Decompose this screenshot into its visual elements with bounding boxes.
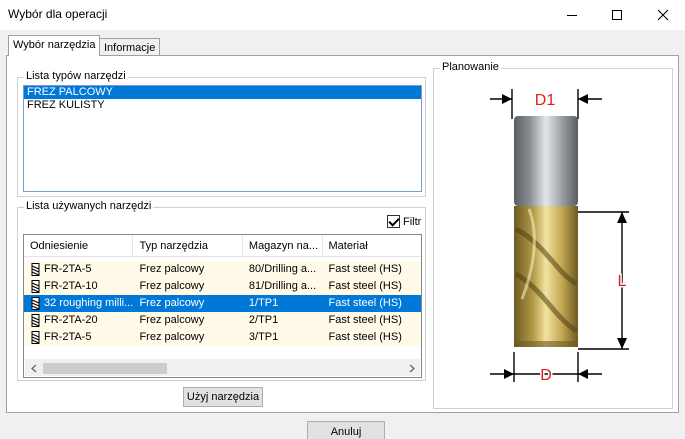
cell-material: Fast steel (HS) [328,280,402,292]
chevron-right-icon [409,364,415,373]
tab-tool-selection[interactable]: Wybór narzędzia [8,35,101,56]
flute-tip [514,341,578,347]
column-header-tool-type[interactable]: Typ narzędzia [133,235,243,257]
tool-types-group: Lista typów narzędzi FREZ PALCOWY FREZ K… [17,70,426,197]
dim-label-d: D [540,367,552,384]
cell-magazine: 1/TP1 [248,297,279,309]
cell-material: Fast steel (HS) [328,297,402,309]
cell-magazine: 3/TP1 [248,331,279,343]
end-mill-icon [31,280,40,293]
end-mill-drawing: D1 L D [490,89,629,386]
cell-reference: FR-2TA-10 [24,278,133,295]
end-mill-icon [31,314,40,327]
cell-magazine: 81/Drilling a... [248,280,317,292]
cell-tool-type: Frez palcowy [139,280,205,292]
table-row[interactable]: FR-2TA-5 Frez palcowy 80/Drilling a... F… [24,261,421,278]
end-mill-icon [31,263,40,276]
d1-arrowhead-right [578,94,588,104]
reference-text: FR-2TA-10 [44,280,98,292]
chevron-left-icon [30,364,36,373]
cell-reference: FR-2TA-20 [24,312,133,329]
d1-arrowhead-left [502,94,512,104]
table-row[interactable]: FR-2TA-10 Frez palcowy 81/Drilling a... … [24,278,421,295]
d-arrowhead-left [504,369,514,379]
table-row[interactable]: FR-2TA-20 Frez palcowy 2/TP1 Fast steel … [24,312,421,329]
scroll-thumb[interactable] [43,363,167,374]
dim-label-l: L [618,273,627,290]
listview-header: Odniesienie Typ narzędzia Magazyn na... … [24,235,421,257]
window-title: Wybór dla operacji [8,7,108,21]
cell-tool-type: Frez palcowy [139,263,205,275]
maximize-icon [612,10,622,20]
tool-shank [514,116,578,206]
d-arrowhead-right [578,369,588,379]
tool-types-legend: Lista typów narzędzi [24,70,128,82]
horizontal-scrollbar[interactable] [25,359,420,376]
table-row[interactable]: FR-2TA-5 Frez palcowy 3/TP1 Fast steel (… [24,329,421,346]
close-button[interactable] [640,0,685,30]
listview-rows: FR-2TA-5 Frez palcowy 80/Drilling a... F… [24,261,421,346]
list-item[interactable]: FREZ PALCOWY [24,86,421,99]
tab-information[interactable]: Informacje [99,38,161,56]
list-item[interactable]: FREZ KULISTY [24,99,421,112]
cell-reference: 32 roughing milli... [24,295,133,312]
filter-label: Filtr [403,215,422,228]
cell-tool-type: Frez palcowy [139,331,205,343]
cell-tool-type: Frez palcowy [139,314,205,326]
l-arrowhead-bottom [617,338,627,349]
minimize-icon [567,14,577,16]
reference-text: FR-2TA-5 [44,331,92,343]
use-tool-button[interactable]: Użyj narzędzia [183,387,263,407]
column-header-reference[interactable]: Odniesienie [24,235,134,257]
close-icon [657,9,669,21]
reference-text: FR-2TA-20 [44,314,98,326]
tool-types-listbox[interactable]: FREZ PALCOWY FREZ KULISTY [23,85,422,192]
planning-group: Planowanie D1 L D [433,61,673,409]
filter-checkbox[interactable] [387,215,400,228]
l-arrowhead-top [617,212,627,223]
scroll-left-button[interactable] [25,360,42,377]
used-tools-legend: Lista używanych narzędzi [24,200,154,212]
cell-magazine: 2/TP1 [248,314,279,326]
column-header-magazine[interactable]: Magazyn na... [243,235,323,257]
cell-tool-type: Frez palcowy [139,297,205,309]
tab-panel: Lista typów narzędzi FREZ PALCOWY FREZ K… [6,55,679,413]
cell-reference: FR-2TA-5 [24,261,133,278]
cell-material: Fast steel (HS) [328,331,402,343]
title-bar: Wybór dla operacji [0,0,685,30]
cell-material: Fast steel (HS) [328,263,402,275]
cancel-button[interactable]: Anuluj [307,421,385,439]
column-header-material[interactable]: Materiał [323,235,421,257]
filter-checkbox-row[interactable]: Filtr [387,215,421,228]
end-mill-icon [31,331,40,344]
reference-text: 32 roughing milli... [44,297,134,309]
used-tools-listview[interactable]: Odniesienie Typ narzędzia Magazyn na... … [23,234,422,378]
cell-material: Fast steel (HS) [328,314,402,326]
reference-text: FR-2TA-5 [44,263,92,275]
cell-magazine: 80/Drilling a... [248,263,317,275]
cell-reference: FR-2TA-5 [24,329,133,346]
used-tools-group: Lista używanych narzędzi Filtr Odniesien… [17,200,426,381]
maximize-button[interactable] [594,0,640,30]
dim-label-d1: D1 [535,92,556,109]
minimize-button[interactable] [549,0,595,30]
end-mill-icon [31,297,40,310]
scroll-right-button[interactable] [403,360,420,377]
table-row[interactable]: 32 roughing milli... Frez palcowy 1/TP1 … [24,295,421,312]
